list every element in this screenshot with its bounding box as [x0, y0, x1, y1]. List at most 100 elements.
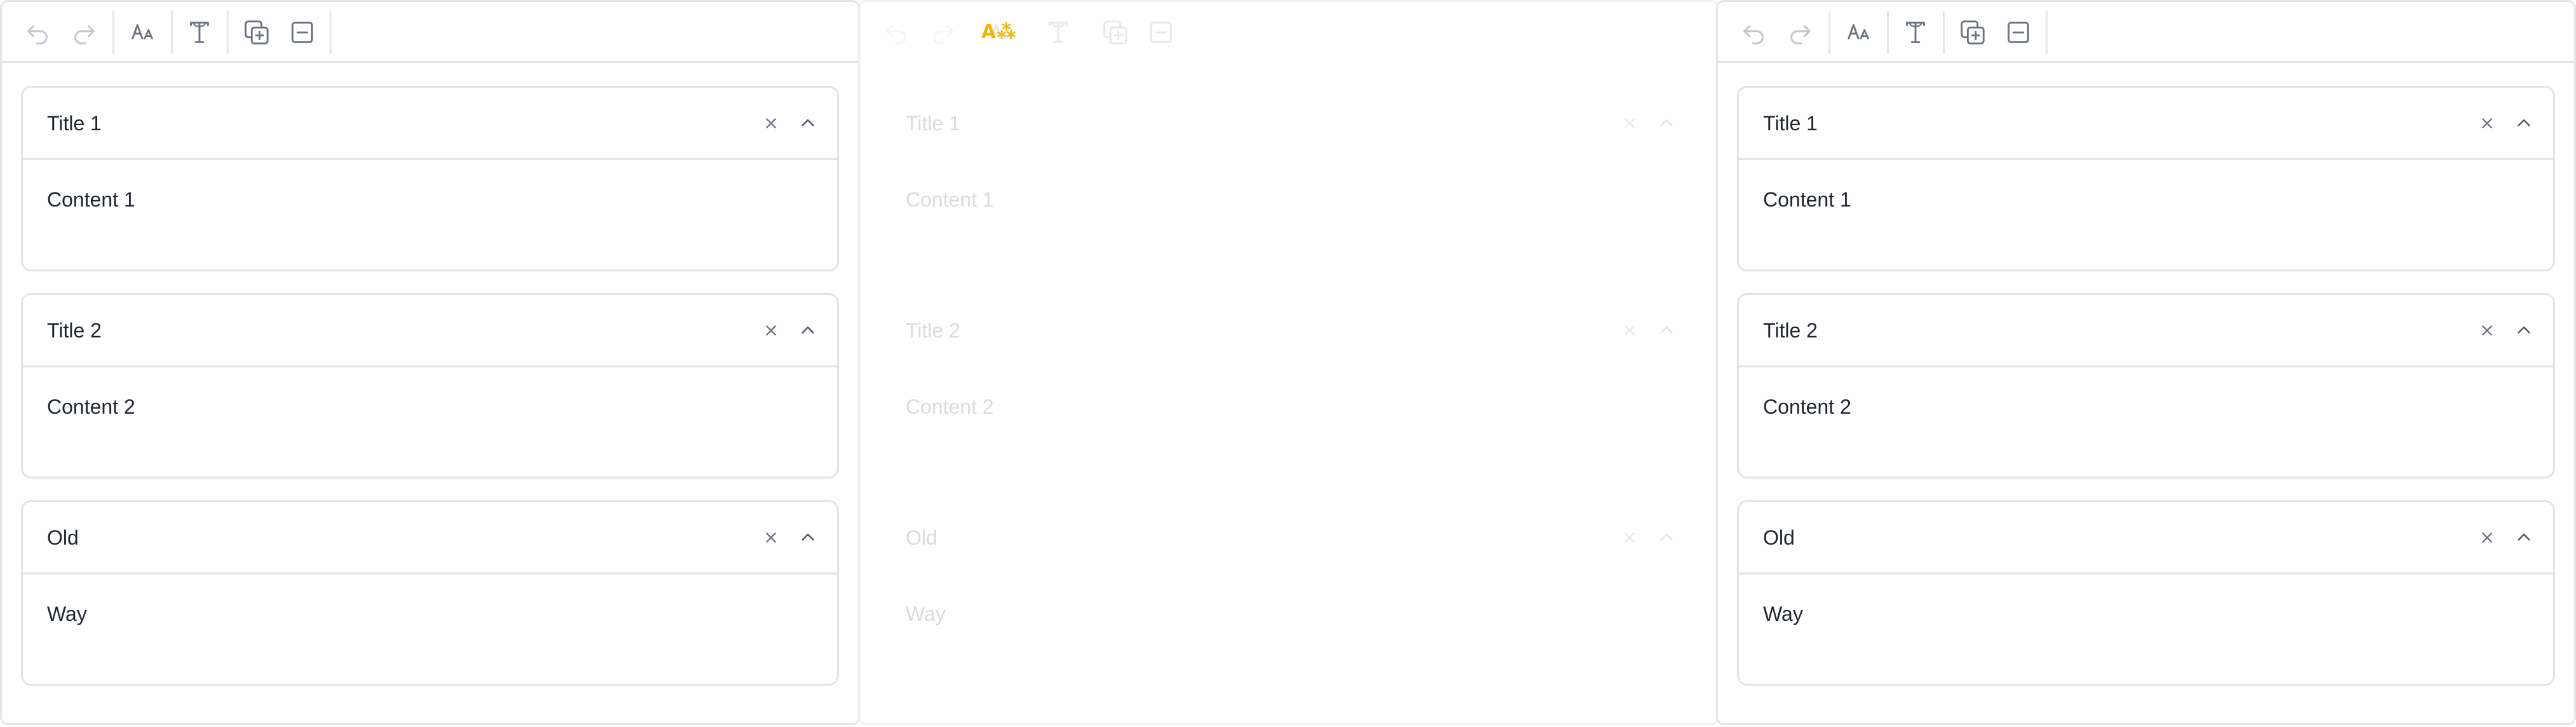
redo-button[interactable] [924, 15, 961, 50]
undo-icon [886, 25, 906, 44]
remove-button[interactable] [284, 15, 321, 50]
duplicate-button[interactable] [238, 15, 275, 50]
accordion-header[interactable]: Title 2 [1739, 295, 2553, 367]
redo-button[interactable] [65, 15, 102, 50]
undo-button[interactable] [878, 15, 915, 50]
chevron-up-icon[interactable] [1653, 109, 1680, 137]
accordion-title[interactable]: Title 1 [47, 111, 102, 136]
close-icon[interactable] [757, 109, 785, 137]
accordion-title[interactable]: Title 2 [906, 318, 960, 343]
remove-button[interactable] [2000, 15, 2037, 50]
remove-icon [292, 22, 313, 43]
close-icon[interactable] [757, 316, 785, 344]
close-icon[interactable] [1616, 109, 1644, 137]
chevron-up-icon[interactable] [2510, 316, 2538, 344]
chevron-up-icon[interactable] [1653, 316, 1680, 344]
redo-icon [1790, 25, 1811, 44]
toolbar [1718, 2, 2574, 63]
font-size-button[interactable] [1841, 15, 1878, 50]
undo-button[interactable] [1736, 15, 1773, 50]
accordion-content[interactable]: Content 1 [47, 187, 135, 212]
accordion-item: Title 2 Content 2 [21, 293, 839, 479]
accordion-content[interactable]: Content 1 [1763, 187, 1851, 212]
toolbar-divider [330, 11, 332, 54]
text-format-button[interactable] [1897, 15, 1934, 50]
chevron-up-icon[interactable] [2510, 524, 2538, 552]
accordion-content[interactable]: Content 2 [1763, 394, 1851, 419]
accordion-item: Title 2 Content 2 [880, 293, 1698, 479]
toolbar-divider [1030, 11, 1031, 54]
toolbar-divider [171, 11, 173, 54]
editor-panel-middle: Title 1 Content 1 Title 2 Content 2 Old [859, 0, 1719, 725]
text-format-icon [1906, 22, 1925, 43]
chevron-up-icon[interactable] [794, 316, 822, 344]
chevron-up-icon[interactable] [794, 109, 822, 137]
accordion-header[interactable]: Title 1 [882, 88, 1696, 160]
font-size-icon [1848, 24, 1869, 40]
remove-icon [2008, 22, 2029, 43]
editor-panel-left: Title 1 Content 1 Title 2 Content 2 Old [0, 0, 860, 725]
close-icon[interactable] [2473, 524, 2501, 552]
toolbar-divider [1085, 11, 1087, 54]
accordion-content[interactable]: Content 2 [906, 394, 994, 419]
accordion-item: Old Way [21, 500, 839, 686]
accordion-header[interactable]: Title 1 [1739, 88, 2553, 160]
accordion-title[interactable]: Old [1763, 525, 1795, 550]
loading-indicator: A⁂ [981, 21, 1017, 43]
duplicate-button[interactable] [1954, 15, 1991, 50]
accordion-title[interactable]: Title 1 [906, 111, 960, 136]
accordion-title[interactable]: Title 2 [47, 318, 102, 343]
toolbar-divider [112, 11, 114, 54]
add-copy-icon [245, 20, 269, 44]
chevron-up-icon[interactable] [2510, 109, 2538, 137]
redo-icon [74, 25, 95, 44]
accordion-title[interactable]: Old [906, 525, 937, 550]
toolbar-divider [1887, 11, 1889, 54]
text-format-button[interactable] [1040, 15, 1077, 50]
toolbar [2, 2, 858, 63]
close-icon[interactable] [2473, 316, 2501, 344]
accordion-header[interactable]: Title 2 [882, 295, 1696, 367]
accordion-header[interactable]: Old [1739, 502, 2553, 574]
accordion-content[interactable]: Content 1 [906, 187, 994, 212]
duplicate-button[interactable] [1097, 15, 1134, 50]
chevron-up-icon[interactable] [1653, 524, 1680, 552]
redo-icon [933, 25, 953, 44]
accordion-content[interactable]: Way [47, 601, 87, 627]
accordion-item: Title 2 Content 2 [1737, 293, 2555, 479]
accordion-item: Old Way [1737, 500, 2555, 686]
close-icon[interactable] [2473, 109, 2501, 137]
accordion-header[interactable]: Title 1 [23, 88, 837, 160]
accordion-item: Title 1 Content 1 [880, 86, 1698, 271]
toolbar-divider [227, 11, 229, 54]
accordion-title[interactable]: Old [47, 525, 79, 550]
accordion-item: Old Way [880, 500, 1698, 686]
close-icon[interactable] [1616, 316, 1644, 344]
accordion-title[interactable]: Title 2 [1763, 318, 1818, 343]
redo-button[interactable] [1781, 15, 1818, 50]
accordion-header[interactable]: Old [23, 502, 837, 574]
toolbar-divider [2046, 11, 2048, 54]
undo-button[interactable] [20, 15, 57, 50]
toolbar-divider [1188, 11, 1190, 54]
accordion-item: Title 1 Content 1 [21, 86, 839, 271]
accordion-content[interactable]: Content 2 [47, 394, 135, 419]
text-format-icon [190, 22, 209, 43]
accordion-header[interactable]: Title 2 [23, 295, 837, 367]
chevron-up-icon[interactable] [794, 524, 822, 552]
add-copy-icon [1961, 20, 1985, 44]
accordion-content[interactable]: Way [1763, 601, 1803, 627]
accordion-header[interactable]: Old [882, 502, 1696, 574]
font-size-button[interactable] [125, 15, 162, 50]
add-copy-icon [1103, 20, 1127, 44]
undo-icon [27, 25, 48, 44]
accordion-title[interactable]: Title 1 [1763, 111, 1818, 136]
toolbar-divider [971, 11, 973, 54]
close-icon[interactable] [757, 524, 785, 552]
accordion-content[interactable]: Way [906, 601, 946, 627]
toolbar-divider [1828, 11, 1830, 54]
text-format-button[interactable] [181, 15, 218, 50]
remove-icon [1150, 22, 1172, 43]
close-icon[interactable] [1616, 524, 1644, 552]
remove-button[interactable] [1143, 15, 1179, 50]
